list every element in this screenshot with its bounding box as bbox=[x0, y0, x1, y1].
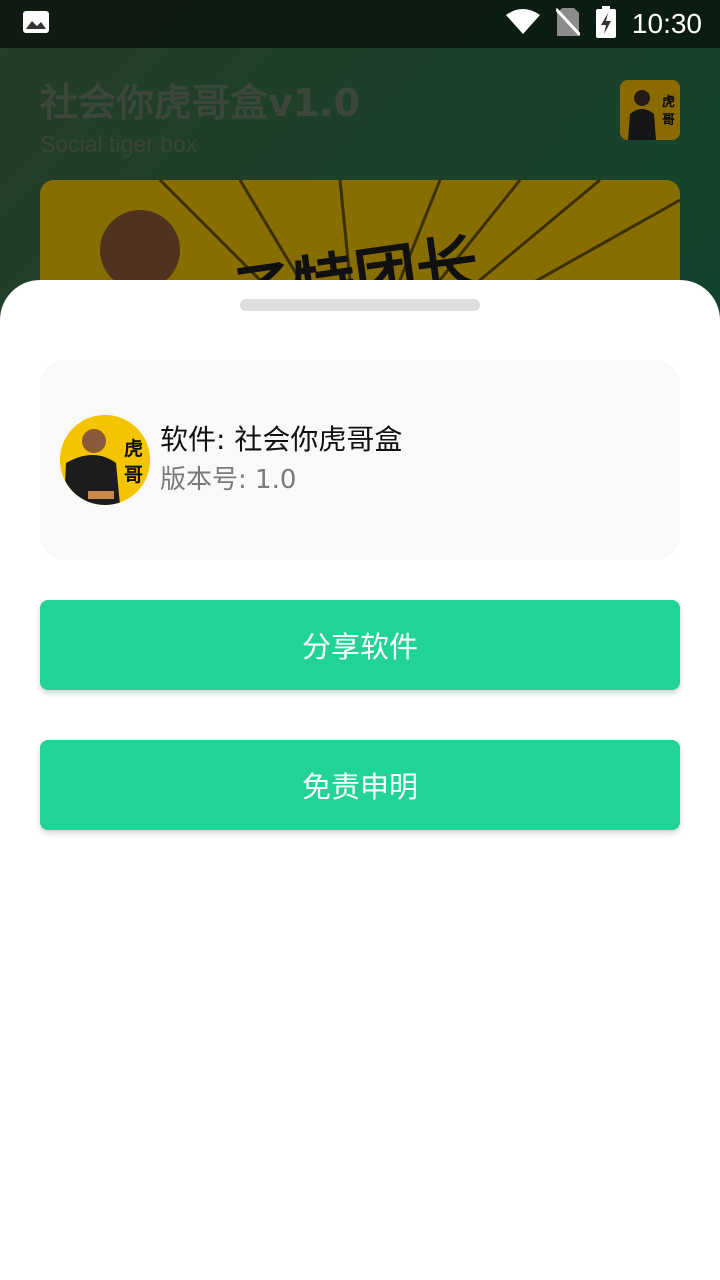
no-sim-icon bbox=[554, 7, 582, 41]
battery-charging-icon bbox=[595, 6, 616, 42]
software-name: 软件: 社会你虎哥盒 bbox=[160, 423, 403, 456]
avatar-text-bottom: 哥 bbox=[124, 464, 143, 486]
image-icon bbox=[22, 10, 50, 38]
bottom-sheet: 虎 哥 软件: 社会你虎哥盒 版本号: 1.0 分享软件 免责申明 bbox=[0, 280, 720, 1280]
disclaimer-button[interactable]: 免责申明 bbox=[40, 740, 680, 830]
app-avatar: 虎 哥 bbox=[60, 415, 150, 505]
version-number: 版本号: 1.0 bbox=[160, 465, 297, 495]
app-info-text: 软件: 社会你虎哥盒 版本号: 1.0 bbox=[160, 420, 402, 500]
avatar-text-top: 虎 bbox=[124, 437, 143, 460]
app-info-card: 虎 哥 软件: 社会你虎哥盒 版本号: 1.0 bbox=[40, 360, 680, 560]
drag-handle[interactable] bbox=[240, 299, 480, 311]
wifi-icon bbox=[505, 9, 540, 39]
share-software-button[interactable]: 分享软件 bbox=[40, 600, 680, 690]
status-bar: 10:30 bbox=[0, 0, 720, 48]
status-time: 10:30 bbox=[631, 8, 702, 39]
